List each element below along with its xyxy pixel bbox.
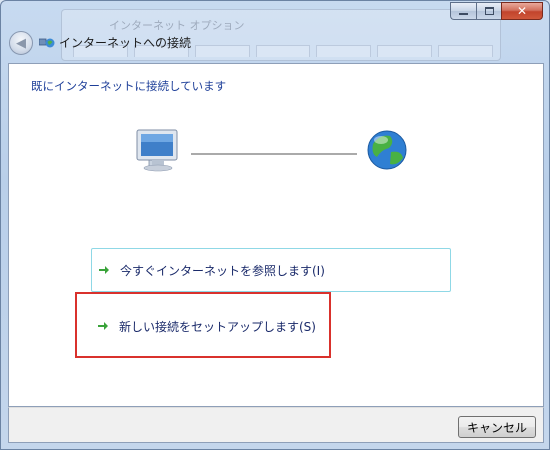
minimize-icon [459,13,468,15]
maximize-button[interactable] [476,2,501,20]
browse-internet-label: 今すぐインターネットを参照します(I) [120,263,325,278]
close-icon: ✕ [516,4,528,18]
caption-buttons: ✕ [450,2,543,20]
connection-diagram [136,129,407,172]
back-arrow-icon: ◀ [16,35,26,51]
cancel-button[interactable]: キャンセル [458,416,536,438]
network-connection-icon [39,38,55,48]
button-bar: キャンセル [8,407,544,443]
red-highlight-box [75,292,331,358]
close-button[interactable]: ✕ [501,2,543,20]
browse-internet-option[interactable]: 今すぐインターネットを参照します(I) [91,248,451,292]
computer-icon [136,129,178,172]
window-frame: インターネット オプション ✕ ◀ インターネットへの接続 既にインターネットに… [0,0,550,450]
content-pane: 既にインターネットに接続しています 今すぐインターネットを参照します(I) 新し… [8,63,544,407]
dialog-title: インターネットへの接続 [59,36,192,50]
back-button[interactable]: ◀ [9,31,33,55]
maximize-icon [484,7,494,15]
background-window-title: インターネット オプション [109,19,245,32]
globe-icon [367,130,407,170]
minimize-button[interactable] [450,2,476,20]
green-arrow-icon [98,264,110,276]
